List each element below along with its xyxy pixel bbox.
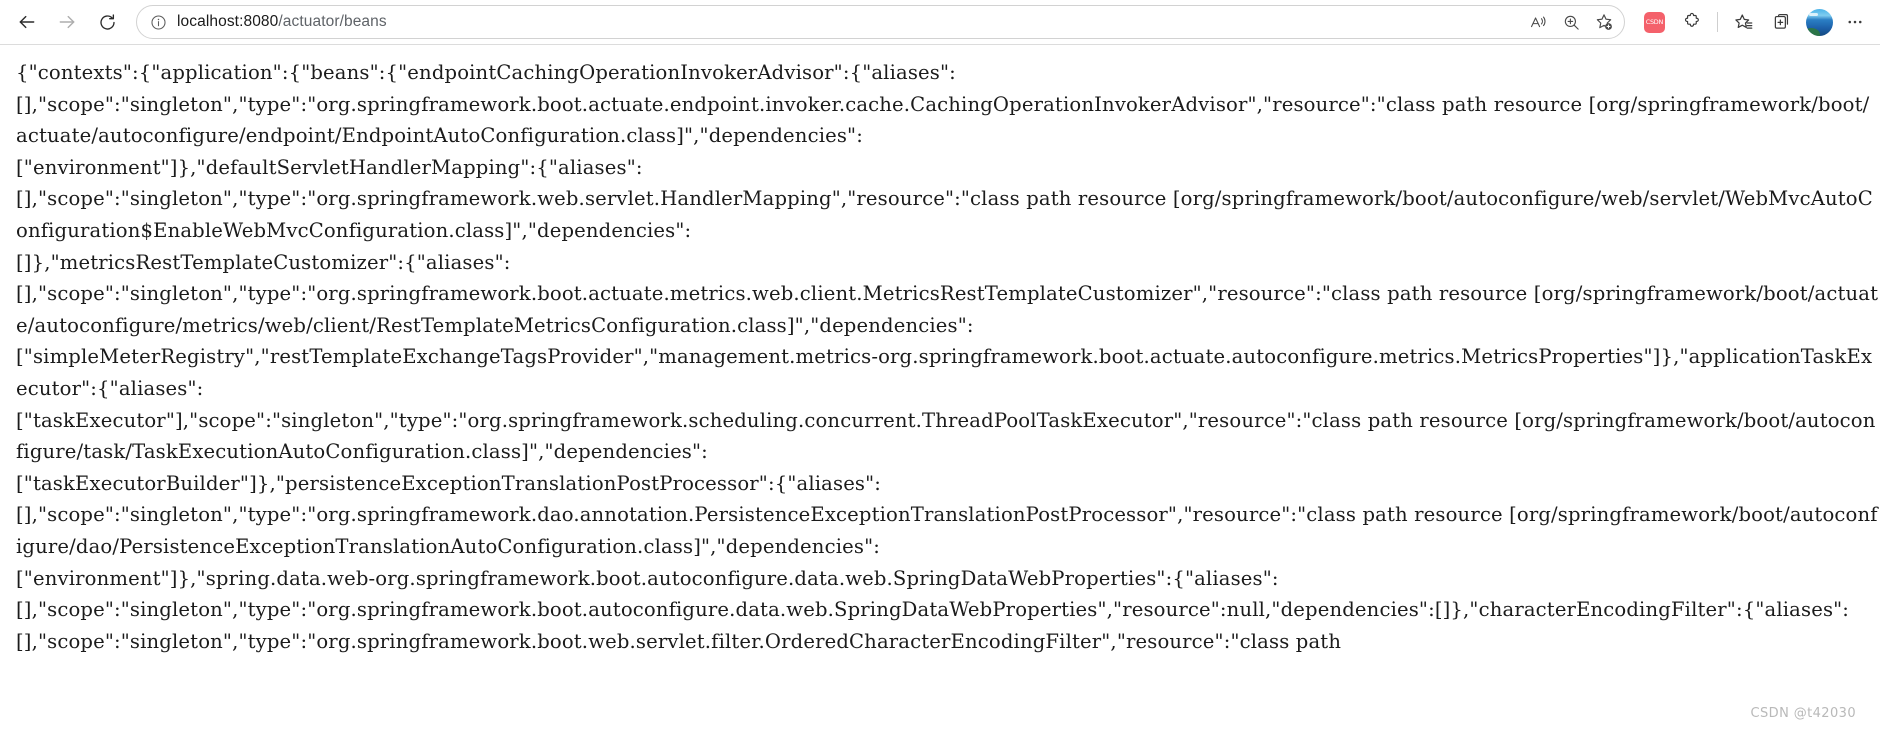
zoom-button[interactable] <box>1555 8 1587 36</box>
favorites-button[interactable] <box>1726 6 1760 38</box>
csdn-extension-icon: CSDN <box>1643 11 1665 33</box>
page-content-area: {"contexts":{"application":{"beans":{"en… <box>0 45 1880 743</box>
back-button[interactable] <box>8 5 46 39</box>
csdn-extension-label: CSDN <box>1645 17 1663 26</box>
url-input[interactable]: localhost:8080/actuator/beans <box>173 13 1522 31</box>
refresh-button[interactable] <box>88 5 126 39</box>
address-bar[interactable]: localhost:8080/actuator/beans <box>136 5 1625 39</box>
forward-button[interactable] <box>48 5 86 39</box>
favorites-star-list-icon <box>1734 13 1752 29</box>
toolbar-divider <box>1717 12 1718 32</box>
zoom-in-magnifier-icon <box>1564 15 1579 30</box>
more-horizontal-icon <box>1848 20 1862 24</box>
csdn-watermark: CSDN @t42030 <box>1750 706 1856 721</box>
settings-and-more-button[interactable] <box>1840 6 1870 38</box>
url-path: /actuator/beans <box>278 13 387 30</box>
back-arrow-icon <box>19 15 35 29</box>
actuator-beans-json-response: {"contexts":{"application":{"beans":{"en… <box>16 61 1879 653</box>
read-aloud-button[interactable] <box>1522 8 1554 36</box>
refresh-icon <box>99 13 115 30</box>
read-aloud-icon <box>1530 16 1545 27</box>
address-bar-actions <box>1522 8 1620 36</box>
browser-tool-buttons: CSDN <box>1631 6 1870 38</box>
puzzle-piece-icon <box>1684 12 1699 27</box>
csdn-extension-button[interactable]: CSDN <box>1637 6 1671 38</box>
favorite-star-plus-icon <box>1596 14 1612 30</box>
profile-button[interactable] <box>1802 6 1836 38</box>
add-favorite-button[interactable] <box>1588 8 1620 36</box>
url-host: localhost:8080 <box>177 13 279 30</box>
info-circle-icon <box>150 14 166 30</box>
extensions-button[interactable] <box>1675 6 1709 38</box>
avatar <box>1805 8 1833 36</box>
collections-button[interactable] <box>1764 6 1798 38</box>
navigation-button-group <box>8 5 126 39</box>
browser-toolbar: localhost:8080/actuator/beans CSDN <box>0 0 1880 45</box>
forward-arrow-icon <box>59 15 75 29</box>
site-information-button[interactable] <box>143 8 173 36</box>
collections-add-icon <box>1774 13 1788 29</box>
